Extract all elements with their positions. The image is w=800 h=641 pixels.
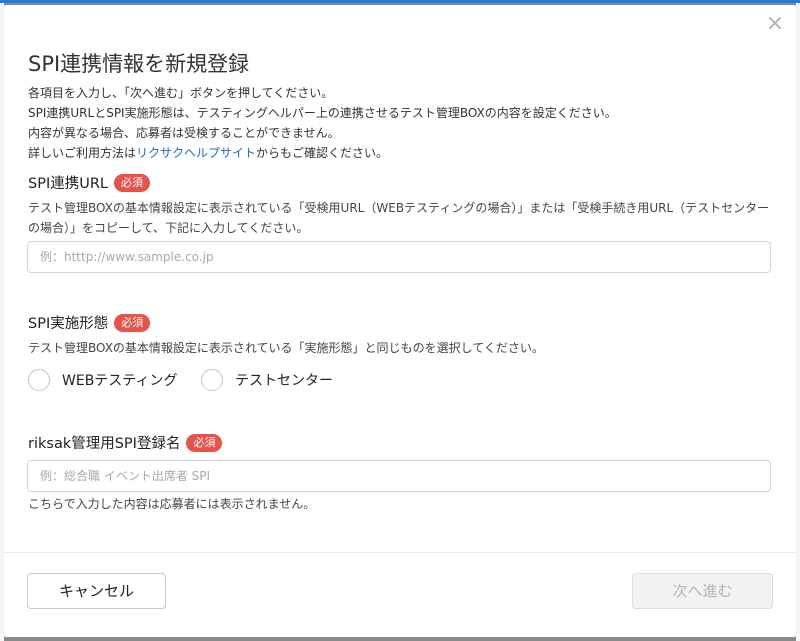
spi-format-description: テスト管理BOXの基本情報設定に表示されている「実施形態」と同じものを選択してく… [28, 341, 544, 355]
spi-url-description-line-2: の場合）」をコピーして、下記に入力してください。 [28, 221, 309, 235]
intro-line-4-suffix: からもご確認ください。 [256, 146, 389, 160]
spi-url-label-row: SPI連携URL 必須 [28, 172, 150, 193]
spi-name-note: こちらで入力した内容は応募者には表示されません。 [28, 497, 316, 511]
intro-line-4: 詳しいご利用方法はリクサクヘルプサイトからもご確認ください。 [28, 143, 768, 163]
help-site-link[interactable]: リクサクヘルプサイト [136, 146, 256, 160]
spi-name-input[interactable] [27, 460, 771, 492]
radio-circle[interactable] [201, 369, 223, 391]
spi-url-label: SPI連携URL [28, 176, 108, 192]
intro-line-4-prefix: 詳しいご利用方法は [28, 146, 137, 160]
spi-url-input[interactable] [27, 241, 771, 273]
modal-title: SPI連携情報を新規登録 [28, 52, 250, 76]
close-icon[interactable]: × [764, 13, 786, 35]
spi-name-label-row: riksak管理用SPI登録名 必須 [28, 432, 223, 453]
radio-circle[interactable] [28, 369, 50, 391]
window-top-accent [0, 0, 800, 3]
spi-registration-modal: × SPI連携情報を新規登録 各項目を入力し、「次へ進む」ボタンを押してください… [4, 5, 796, 637]
radio-web-testing[interactable]: WEBテスティング [28, 369, 177, 391]
intro-line-1: 各項目を入力し、「次へ進む」ボタンを押してください。 [28, 86, 334, 100]
radio-web-testing-label: WEBテスティング [62, 373, 178, 389]
spi-url-description-line-1: テスト管理BOXの基本情報設定に表示されている「受検用URL（WEBテスティング… [28, 201, 770, 215]
intro-line-3: 内容が異なる場合、応募者は受検することができません。 [28, 126, 340, 140]
background-page-right [796, 3, 800, 641]
spi-format-label-row: SPI実施形態 必須 [28, 312, 151, 333]
next-button[interactable]: 次へ進む [632, 573, 773, 609]
spi-format-label: SPI実施形態 [28, 316, 109, 332]
footer-divider [4, 552, 796, 553]
required-badge: 必須 [114, 173, 150, 192]
intro-text: 各項目を入力し、「次へ進む」ボタンを押してください。 SPI連携URLとSPI実… [28, 83, 768, 163]
radio-test-center[interactable]: テストセンター [201, 369, 333, 391]
intro-line-2: SPI連携URLとSPI実施形態は、テスティングヘルパー上の連携させるテスト管理… [28, 106, 617, 120]
spi-url-description: テスト管理BOXの基本情報設定に表示されている「受検用URL（WEBテスティング… [28, 198, 776, 238]
radio-test-center-label: テストセンター [235, 373, 333, 389]
cancel-button[interactable]: キャンセル [27, 573, 166, 609]
required-badge: 必須 [186, 433, 223, 452]
required-badge: 必須 [114, 313, 151, 332]
spi-name-label: riksak管理用SPI登録名 [28, 436, 181, 452]
